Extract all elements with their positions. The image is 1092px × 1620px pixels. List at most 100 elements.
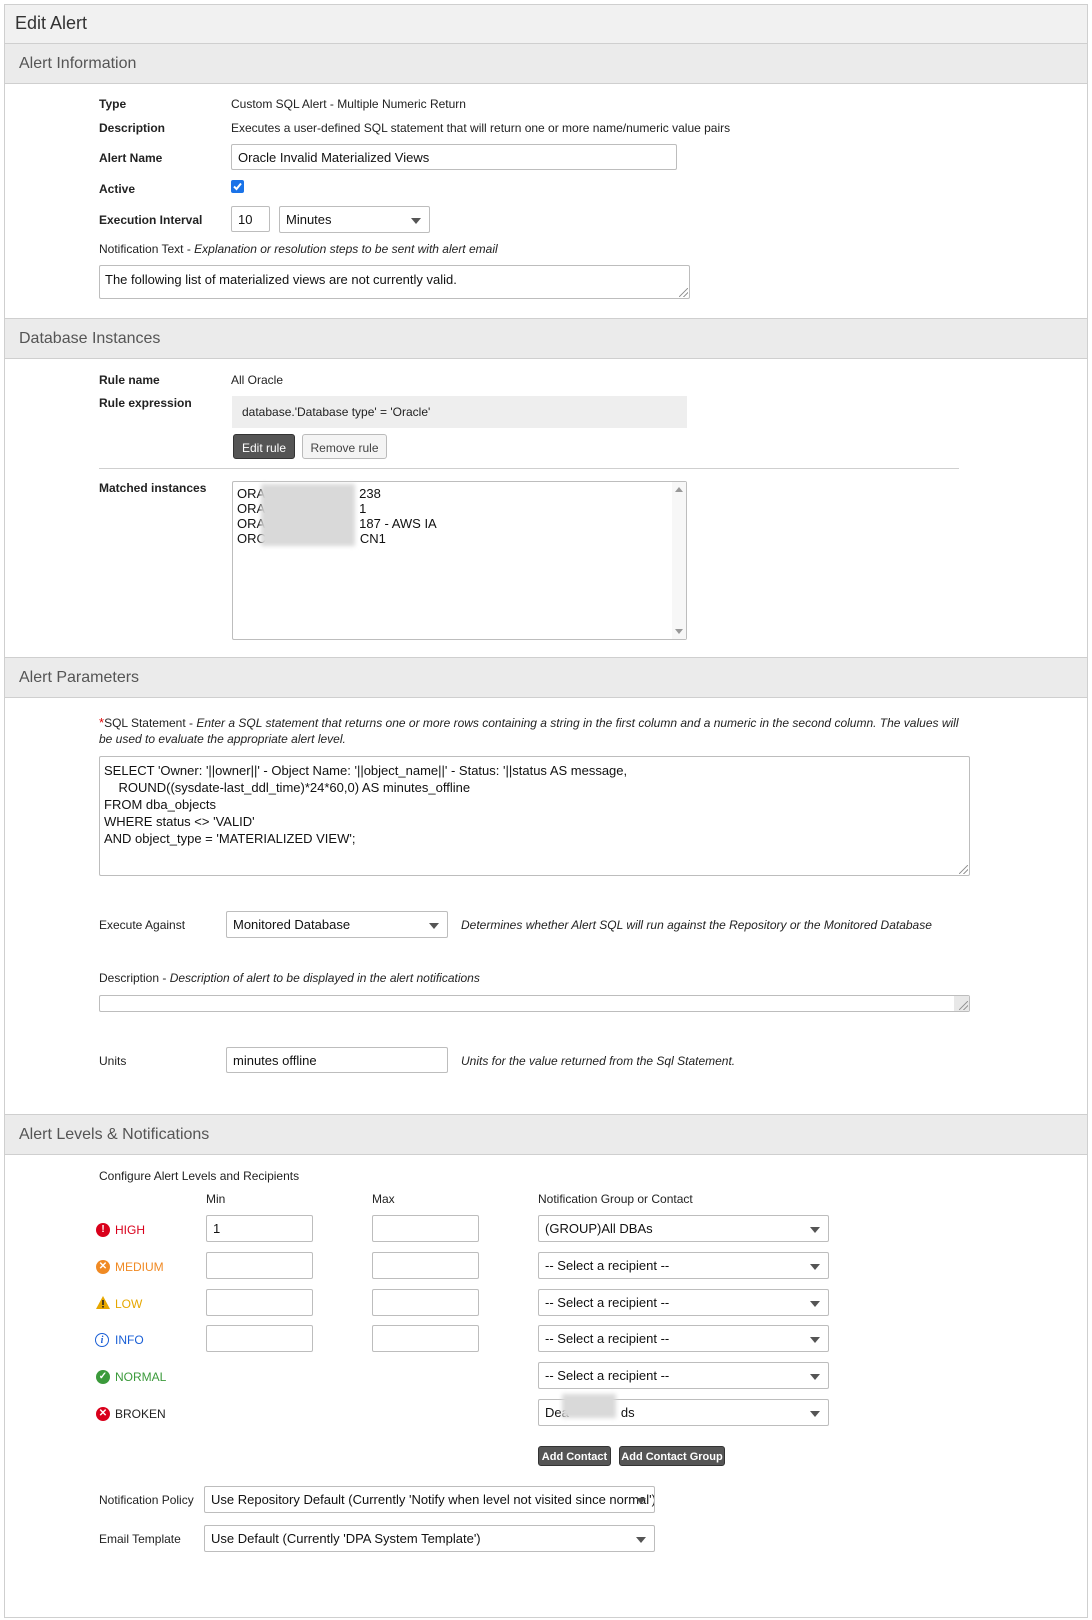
chevron-down-icon [636,1537,646,1543]
chevron-down-icon [810,1264,820,1270]
sql-statement-label: *SQL Statement - Enter a SQL statement t… [99,715,959,746]
chevron-down-icon [810,1227,820,1233]
section-alert-information: Alert Information [5,43,1087,84]
chevron-down-icon [810,1337,820,1343]
section-title: Database Instances [19,330,161,347]
email-template-label: Email Template [99,1532,181,1546]
high-recipient-select[interactable]: (GROUP)All DBAs [538,1215,829,1242]
normal-recipient-select[interactable]: -- Select a recipient -- [538,1362,829,1389]
level-normal-label: NORMAL [115,1370,167,1384]
high-min-input[interactable]: 1 [206,1215,313,1242]
divider [99,468,959,469]
broken-icon: ✕ [96,1407,110,1421]
section-title: Alert Levels & Notifications [19,1126,210,1143]
matched-instances-label: Matched instances [99,481,207,495]
scroll-down-icon[interactable] [675,629,683,634]
sql-line: AND object_type = 'MATERIALIZED VIEW'; [104,831,356,846]
notification-policy-select[interactable]: Use Repository Default (Currently 'Notif… [204,1486,655,1513]
normal-recipient-value: -- Select a recipient -- [545,1368,670,1383]
rule-expression-label: Rule expression [99,396,192,410]
resize-grip-icon[interactable] [679,288,688,297]
add-contact-group-button[interactable]: Add Contact Group [619,1446,725,1466]
notification-text-value: The following list of materialized views… [105,272,457,287]
group-header: Notification Group or Contact [538,1192,693,1206]
matched-instances-list[interactable]: ORA 238 ORA 1 ORA 187 - AWS IA ORC CN1 [232,481,687,640]
medium-recipient-value: -- Select a recipient -- [545,1258,670,1273]
email-template-select[interactable]: Use Default (Currently 'DPA System Templ… [204,1525,655,1552]
units-input[interactable]: minutes offline [226,1047,448,1073]
chevron-down-icon [429,923,439,929]
level-broken-label: BROKEN [115,1407,166,1421]
resize-grip-icon[interactable] [959,1001,968,1010]
execution-interval-label: Execution Interval [99,213,203,227]
warning-icon [96,1296,110,1309]
low-recipient-value: -- Select a recipient -- [545,1295,670,1310]
alert-name-input[interactable]: Oracle Invalid Materialized Views [231,144,677,170]
high-max-input[interactable] [372,1215,479,1242]
description-label: Description [99,121,166,135]
page-title: Edit Alert [15,13,88,33]
resize-grip-icon[interactable] [959,865,968,874]
sql-line: FROM dba_objects [104,797,216,812]
add-contact-button[interactable]: Add Contact [538,1446,611,1466]
info-max-input[interactable] [372,1325,479,1352]
sql-line: ROUND((sysdate-last_ddl_time)*24*60,0) A… [104,780,471,795]
max-header: Max [372,1192,395,1206]
redaction-blur [562,1394,616,1418]
redaction-blur [261,484,355,546]
alert-name-label: Alert Name [99,151,163,165]
low-recipient-select[interactable]: -- Select a recipient -- [538,1289,829,1316]
sql-statement-textarea[interactable]: SELECT 'Owner: '||owner||' - Object Name… [99,756,970,876]
level-info-label: INFO [115,1333,144,1347]
edit-rule-button[interactable]: Edit rule [233,434,295,459]
low-min-input[interactable] [206,1289,313,1316]
low-max-input[interactable] [372,1289,479,1316]
medium-min-input[interactable] [206,1252,313,1279]
interval-input[interactable]: 10 [231,206,270,232]
section-title: Alert Parameters [19,669,140,686]
scrollbar[interactable] [672,482,686,639]
level-low-label: LOW [115,1297,143,1311]
info-recipient-select[interactable]: -- Select a recipient -- [538,1325,829,1352]
email-template-value: Use Default (Currently 'DPA System Templ… [211,1531,481,1546]
medium-max-input[interactable] [372,1252,479,1279]
rule-name-label: Rule name [99,373,160,387]
execute-against-hint: Determines whether Alert SQL will run ag… [461,918,932,932]
level-medium-label: MEDIUM [115,1260,164,1274]
section-alert-levels: Alert Levels & Notifications [5,1114,1087,1155]
section-alert-parameters: Alert Parameters [5,657,1087,698]
broken-recipient-suffix: ds [620,1405,635,1420]
level-high-label: HIGH [115,1223,145,1237]
sql-line: WHERE status <> 'VALID' [104,814,255,829]
min-header: Min [206,1192,226,1206]
notification-text-area[interactable]: The following list of materialized views… [99,265,690,299]
execute-against-value: Monitored Database [233,917,351,932]
notification-policy-value: Use Repository Default (Currently 'Notif… [211,1492,655,1507]
medium-recipient-select[interactable]: -- Select a recipient -- [538,1252,829,1279]
remove-rule-button[interactable]: Remove rule [302,434,387,459]
units-hint: Units for the value returned from the Sq… [461,1054,736,1068]
interval-unit-value: Minutes [286,212,332,227]
info-min-input[interactable] [206,1325,313,1352]
info-recipient-value: -- Select a recipient -- [545,1331,670,1346]
exclamation-icon: ! [96,1223,110,1237]
type-label: Type [99,97,127,111]
description-value: Executes a user-defined SQL statement th… [231,121,731,135]
rule-expression-value: database.'Database type' = 'Oracle' [242,405,431,419]
page-header: Edit Alert [5,5,1087,45]
active-label: Active [99,182,136,196]
interval-unit-select[interactable]: Minutes [279,206,430,233]
chevron-down-icon [810,1411,820,1417]
rule-name-value: All Oracle [231,373,284,387]
high-recipient-value: (GROUP)All DBAs [545,1221,653,1236]
scroll-up-icon[interactable] [675,487,683,492]
notification-text-label: Notification Text - Explanation or resol… [99,242,498,256]
rule-expression-box: database.'Database type' = 'Oracle' [232,396,687,428]
active-checkbox[interactable] [231,180,244,193]
chevron-down-icon [411,218,421,224]
execute-against-label: Execute Against [99,918,186,932]
execute-against-select[interactable]: Monitored Database [226,911,448,938]
description-textarea[interactable] [99,995,970,1012]
sql-line: SELECT 'Owner: '||owner||' - Object Name… [104,763,628,778]
units-label: Units [99,1054,127,1068]
